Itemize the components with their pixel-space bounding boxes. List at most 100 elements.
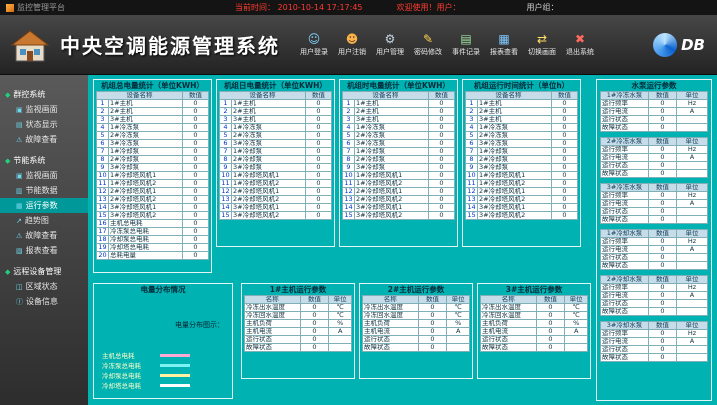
table-row: 运行电流0A <box>601 292 708 300</box>
sidebar-item-monitor-screen-2[interactable]: ▣ 监视画面 <box>0 168 88 183</box>
table-cell: 5 <box>343 132 355 140</box>
table-cell: Hz <box>677 146 708 154</box>
table-cell: 2 <box>466 108 478 116</box>
table-cell: 运行电流 <box>601 108 649 116</box>
switch-screen-button[interactable]: ⇄ 切换画面 <box>524 32 560 57</box>
table-row: 运行频率0Hz <box>601 192 708 200</box>
main-content: 机组总电量统计（单位KWH） 设备名称 数值 11#主机022#主机033#主机… <box>88 75 717 405</box>
panel-title: 1#主机运行参数 <box>242 284 354 295</box>
sidebar-item-device-info[interactable]: Ⓘ 设备信息 <box>0 294 88 309</box>
password-change-label: 密码修改 <box>414 47 442 57</box>
user-login-button[interactable]: ☺ 用户登录 <box>296 32 332 57</box>
sidebar-section-group-control[interactable]: ◆ 群控系统 <box>0 87 88 102</box>
table-cell: 0 <box>552 124 578 132</box>
table-cell: 0 <box>306 148 332 156</box>
table-cell: 运行状态 <box>601 162 649 170</box>
table-cell: 故障状态 <box>601 308 649 316</box>
table-cell: 1#冷冻泵 <box>232 124 306 132</box>
table-cell: A <box>565 328 588 336</box>
legend-color-swatch <box>160 384 190 387</box>
usergroup-text: 用户组： <box>527 2 559 13</box>
table-cell: 1#主机 <box>109 100 183 108</box>
sidebar-item-status-display[interactable]: ▤ 状态显示 <box>0 117 88 132</box>
table-cell: 9 <box>466 164 478 172</box>
table-cell: 0 <box>183 236 209 244</box>
table-cell: 1#冷却塔风机1 <box>232 172 306 180</box>
table-cell: Hz <box>677 100 708 108</box>
pump-table-6: 3#冷却水泵 数值 单位 运行频率0Hz运行电流0A运行状态0故障状态0 <box>600 321 708 362</box>
table-cell: 10 <box>97 172 109 180</box>
sidebar-item-monitor-screen[interactable]: ▣ 监视画面 <box>0 102 88 117</box>
table-cell: 14 <box>97 204 109 212</box>
table-cell: 2#冷却塔风机2 <box>232 196 306 204</box>
sidebar-section-energy-saving[interactable]: ◆ 节能系统 <box>0 153 88 168</box>
table-cell: 0 <box>300 344 329 352</box>
sidebar-item-running-params[interactable]: ▦ 运行参数 <box>0 198 88 213</box>
table-cell: 0 <box>306 116 332 124</box>
table-cell: 主机电流 <box>481 328 537 336</box>
table-cell: 12 <box>343 188 355 196</box>
table-cell: 0 <box>306 164 332 172</box>
table-row: 11#主机0 <box>97 100 209 108</box>
table-cell: 0 <box>429 108 455 116</box>
table-cell: 1#冷却塔风机2 <box>109 180 183 188</box>
pump-table-1: 1#冷冻水泵 数值 单位 运行频率0Hz运行电流0A运行状态0故障状态0 <box>600 91 708 132</box>
sidebar-item-trend-chart[interactable]: ↗ 趋势图 <box>0 213 88 228</box>
table-row: 93#冷却泵0 <box>466 164 578 172</box>
table-cell: 运行频率 <box>601 100 649 108</box>
table-cell: 0 <box>552 196 578 204</box>
col-header-value: 数值 <box>300 296 329 304</box>
table-cell: 0 <box>552 108 578 116</box>
sidebar-item-fault-view-2[interactable]: ⚠ 故障查看 <box>0 228 88 243</box>
table-cell <box>677 116 708 124</box>
table-row: 122#冷却塔风机10 <box>343 188 455 196</box>
sidebar-item-fault-view[interactable]: ⚠ 故障查看 <box>0 132 88 147</box>
table-cell: 8 <box>343 156 355 164</box>
table-cell: 2#冷冻泵 <box>478 132 552 140</box>
table-cell: 0 <box>183 164 209 172</box>
report-view-button[interactable]: ▦ 报表查看 <box>486 32 522 57</box>
table-row: 143#冷却塔风机10 <box>220 204 332 212</box>
table-row: 运行频率0Hz <box>601 146 708 154</box>
table-cell: 0 <box>183 132 209 140</box>
table-cell: 0 <box>649 208 677 216</box>
sidebar-item-report-view[interactable]: ▧ 报表查看 <box>0 243 88 258</box>
window-titlebar: 监控管理平台 当前时间： 2010-10-14 17:17:45 欢迎使用！用户… <box>0 0 717 15</box>
table-cell: 0 <box>649 124 677 132</box>
table-cell: 1#冷却泵 <box>232 148 306 156</box>
table-cell: 9 <box>97 164 109 172</box>
table-cell: 3#主机 <box>478 116 552 124</box>
table-cell: 1#主机 <box>232 100 306 108</box>
trend-chart-icon: ↗ <box>16 217 22 225</box>
exit-system-button[interactable]: ✖ 退出系统 <box>562 32 598 57</box>
user-manage-button[interactable]: ⚙ 用户管理 <box>372 32 408 57</box>
table-cell: 0 <box>306 180 332 188</box>
table-cell: 运行状态 <box>363 336 419 344</box>
table-row: 63#冷冻泵0 <box>97 140 209 148</box>
table-row: 122#冷却塔风机10 <box>466 188 578 196</box>
panel-runtime: 机组运行时间统计（单位h） 设备名称 数值 11#主机022#主机033#主机0… <box>462 79 581 247</box>
col-header-unit: 单位 <box>677 92 708 100</box>
sidebar-section-remote-device[interactable]: ◆ 远程设备管理 <box>0 264 88 279</box>
table-cell: 0 <box>183 108 209 116</box>
table-cell: 2#冷却泵 <box>109 156 183 164</box>
table-cell <box>329 344 352 352</box>
event-log-button[interactable]: ▤ 事件记录 <box>448 32 484 57</box>
sidebar-item-zone-status[interactable]: ◫ 区域状态 <box>0 279 88 294</box>
table-cell: 主机负荷 <box>481 320 537 328</box>
table-cell: 13 <box>97 196 109 204</box>
sidebar-item-energy-data[interactable]: ▥ 节能数据 <box>0 183 88 198</box>
table-cell: 0 <box>649 116 677 124</box>
table-cell: 13 <box>220 196 232 204</box>
user-logout-label: 用户注销 <box>338 47 366 57</box>
table-row: 33#主机0 <box>220 116 332 124</box>
table-cell: 0 <box>649 338 677 346</box>
table-cell: 0 <box>552 100 578 108</box>
table-cell: 1#冷却塔风机1 <box>109 172 183 180</box>
password-change-button[interactable]: ✎ 密码修改 <box>410 32 446 57</box>
table-cell: 3 <box>97 116 109 124</box>
table-cell: 0 <box>429 196 455 204</box>
table-row: 冷冻出水温度0℃ <box>245 304 352 312</box>
table-cell: 主机负荷 <box>245 320 301 328</box>
user-logout-button[interactable]: ☻ 用户注销 <box>334 32 370 57</box>
